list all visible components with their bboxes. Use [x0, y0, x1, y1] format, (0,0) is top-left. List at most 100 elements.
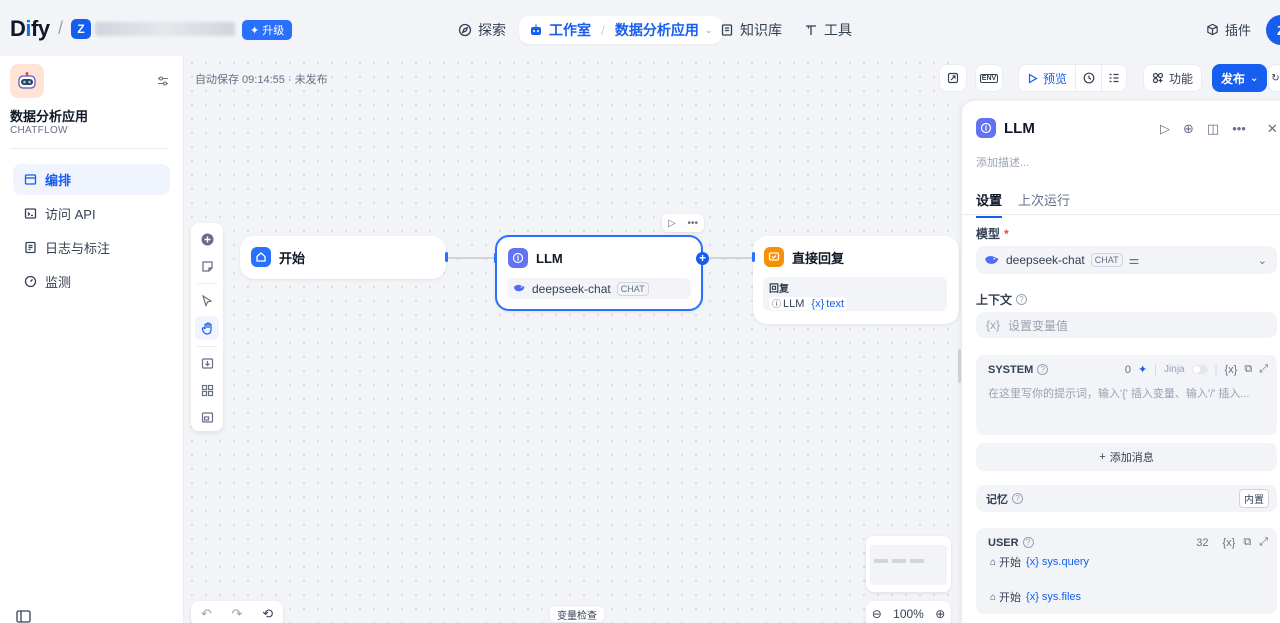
- nav-studio[interactable]: 工作室 / 数据分析应用 ⌄: [519, 16, 723, 44]
- var-source: 开始: [999, 592, 1022, 604]
- help-icon[interactable]: ?: [1016, 294, 1028, 305]
- hand-mode-button[interactable]: [195, 316, 219, 340]
- reply-var-name: text: [826, 297, 845, 310]
- copy-icon[interactable]: ⧉: [1244, 363, 1252, 376]
- system-prompt-editor[interactable]: SYSTEM ? 0 ✦ | Jinja | {x} ⧉ ⤢ 在这里写你的提示词…: [976, 355, 1277, 435]
- panel-title[interactable]: LLM: [1004, 120, 1035, 137]
- model-params-icon[interactable]: ⚌: [1129, 253, 1140, 267]
- redo-icon[interactable]: ↷: [232, 606, 243, 622]
- more-icon[interactable]: •••: [688, 218, 699, 229]
- sparkle-icon[interactable]: ✦: [1138, 363, 1147, 376]
- memory-label: 记忆: [986, 493, 1008, 506]
- jinja-toggle[interactable]: [1191, 365, 1208, 374]
- workspace-name-blurred[interactable]: [95, 22, 235, 36]
- insert-variable-icon[interactable]: {x}: [1224, 364, 1237, 376]
- insert-variable-icon[interactable]: {x}: [1222, 537, 1235, 549]
- upgrade-label: 升级: [262, 25, 285, 37]
- close-icon[interactable]: ✕: [1267, 121, 1278, 137]
- upgrade-button[interactable]: ✦ 升级: [242, 20, 293, 40]
- node-start-output-handle[interactable]: [445, 252, 448, 262]
- sidebar-item-monitor[interactable]: 监测: [13, 266, 170, 297]
- zoom-out-icon[interactable]: ⊖: [872, 607, 882, 621]
- variable-inspect-label: 变量检查: [557, 610, 597, 622]
- breadcrumb-separator: /: [58, 18, 64, 38]
- checklist-button-2[interactable]: [1101, 64, 1128, 92]
- system-prompt-placeholder[interactable]: 在这里写你的提示词，输入'{' 插入变量、输入'/' 插入...: [988, 385, 1263, 401]
- nav-knowledge[interactable]: 知识库: [720, 16, 782, 44]
- help-circle-icon[interactable]: ⊕: [1183, 121, 1194, 137]
- history-icon[interactable]: ⟲: [262, 606, 273, 622]
- sidebar-item-orchestrate[interactable]: 编排: [13, 164, 170, 195]
- expand-icon[interactable]: ⤢: [1259, 363, 1268, 376]
- chevron-down-icon: ⌄: [1250, 72, 1259, 84]
- copy-icon[interactable]: ⧉: [1243, 536, 1251, 549]
- publish-button[interactable]: 发布 ⌄: [1212, 64, 1268, 92]
- node-answer-input-handle[interactable]: [752, 252, 755, 262]
- toggle-minimap-button[interactable]: [195, 405, 219, 429]
- panel-resize-handle[interactable]: [958, 349, 961, 383]
- node-llm[interactable]: LLM deepseek-chat CHAT +: [494, 235, 709, 311]
- edge-start-to-llm[interactable]: [446, 257, 496, 259]
- organize-nodes-button[interactable]: [195, 378, 219, 402]
- node-start-header: 开始: [251, 247, 305, 267]
- zoom-in-icon[interactable]: ⊕: [935, 607, 945, 621]
- user-prompt-editor[interactable]: USER ? 32 {x} ⧉ ⤢ ⌂ 开始 {x} sys.query ⌂ 开…: [976, 528, 1277, 614]
- zoom-controls: ⊖ 100% ⊕: [866, 601, 951, 623]
- reply-variable: ⓘ LLM {x} text: [769, 297, 941, 310]
- node-llm-input-handle[interactable]: [494, 253, 497, 263]
- canvas-minimap[interactable]: [866, 536, 951, 592]
- node-start[interactable]: 开始: [240, 236, 448, 279]
- split-view-icon[interactable]: ◫: [1207, 121, 1219, 137]
- workflow-canvas[interactable]: 自动保存 09:14:55 · 未发布 开始 ▷ ••• LLM deepsee…: [185, 56, 967, 623]
- memory-section[interactable]: 记忆 ? 内置: [976, 485, 1277, 512]
- plugins-button[interactable]: 插件: [1206, 20, 1251, 39]
- reply-label: 回复: [769, 284, 789, 295]
- sidebar-item-api[interactable]: 访问 API: [13, 198, 170, 229]
- current-app-selector[interactable]: 数据分析应用: [615, 20, 699, 40]
- home-small-icon: ⌂: [990, 591, 997, 603]
- panel-actions: ▷ ⊕ ◫ ••• ✕: [1160, 121, 1278, 137]
- run-step-icon[interactable]: ▷: [1160, 121, 1170, 137]
- undo-icon[interactable]: ↶: [201, 606, 212, 622]
- app-settings-icon[interactable]: [157, 75, 169, 90]
- pointer-mode-button[interactable]: [195, 289, 219, 313]
- dify-logo[interactable]: Dify: [10, 16, 50, 42]
- features-button[interactable]: 功能: [1143, 64, 1203, 92]
- model-selector[interactable]: deepseek-chat CHAT ⚌ ⌄: [976, 246, 1277, 274]
- export-image-button[interactable]: [195, 351, 219, 375]
- nav-knowledge-label: 知识库: [740, 22, 782, 38]
- home-icon: [251, 247, 271, 267]
- more-actions-button[interactable]: ↻: [1268, 64, 1280, 92]
- checklist-button[interactable]: [939, 64, 967, 92]
- help-icon[interactable]: ?: [1037, 364, 1049, 375]
- variable-inspect-button[interactable]: 变量检查: [549, 605, 605, 623]
- sidebar-collapse-icon[interactable]: [16, 610, 31, 623]
- edge-llm-to-answer[interactable]: [703, 257, 753, 259]
- model-label-text: 模型: [976, 227, 1001, 241]
- run-history-button[interactable]: [1075, 64, 1102, 92]
- run-node-icon[interactable]: ▷: [668, 218, 676, 229]
- help-icon[interactable]: ?: [1012, 493, 1023, 504]
- nav-explore[interactable]: 探索: [458, 16, 506, 44]
- preview-button[interactable]: 预览: [1018, 64, 1076, 92]
- workspace-avatar[interactable]: Z: [71, 19, 91, 39]
- user-avatar[interactable]: Z: [1266, 15, 1280, 45]
- model-tag: CHAT: [1090, 253, 1123, 267]
- expand-icon[interactable]: ⤢: [1259, 536, 1268, 549]
- add-next-node-handle[interactable]: +: [696, 252, 709, 265]
- context-variable-selector[interactable]: {x} 设置变量值: [976, 312, 1277, 338]
- env-variables-button[interactable]: ENV: [975, 64, 1003, 92]
- add-message-button[interactable]: + 添加消息: [976, 443, 1277, 471]
- add-node-button[interactable]: [195, 227, 219, 251]
- sidebar-item-logs[interactable]: 日志与标注: [13, 232, 170, 263]
- panel-description-input[interactable]: 添加描述...: [976, 154, 1029, 170]
- nav-explore-label: 探索: [478, 22, 506, 38]
- add-note-button[interactable]: [195, 254, 219, 278]
- help-icon[interactable]: ?: [1022, 537, 1034, 548]
- zoom-level[interactable]: 100%: [893, 607, 924, 621]
- node-answer[interactable]: 直接回复 回复 ⓘ LLM {x} text: [752, 236, 959, 324]
- more-icon[interactable]: •••: [1232, 121, 1246, 137]
- nav-tools[interactable]: 工具: [804, 16, 852, 44]
- variable-braces-icon: {x}: [811, 297, 825, 310]
- sidebar-item-label: 日志与标注: [45, 241, 111, 256]
